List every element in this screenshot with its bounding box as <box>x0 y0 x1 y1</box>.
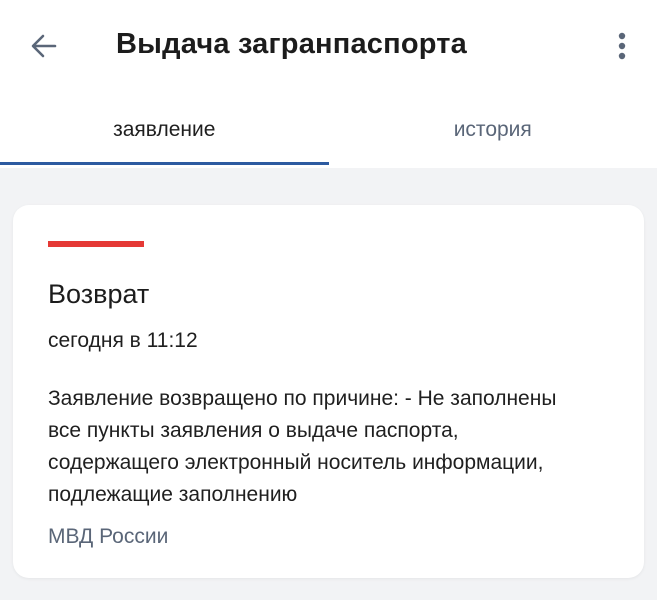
status-color-stripe <box>48 241 144 247</box>
tab-label: история <box>453 118 532 141</box>
status-title: Возврат <box>48 279 150 309</box>
status-message-line: все пункты заявления о выдаче паспорта, <box>48 419 459 442</box>
active-tab-indicator <box>0 162 329 165</box>
status-message-line: подлежащие заполнению <box>48 483 298 506</box>
status-message: Заявление возвращено по причине: - Не за… <box>48 383 618 511</box>
arrow-left-icon <box>31 34 57 58</box>
tab-application[interactable]: заявление <box>0 96 329 168</box>
more-menu-button[interactable] <box>604 26 640 66</box>
app-bar: Выдача загранпаспорта <box>0 0 657 96</box>
status-message-line: Заявление возвращено по причине: - Не за… <box>48 387 557 410</box>
tab-history[interactable]: история <box>329 96 657 168</box>
status-source: МВД России <box>48 525 169 548</box>
status-card[interactable]: Возврат сегодня в 11:12 Заявление возвра… <box>13 205 644 578</box>
tab-bar: заявление история <box>0 96 657 168</box>
page-title: Выдача загранпаспорта <box>116 28 468 60</box>
more-vertical-icon <box>618 32 626 60</box>
tab-label: заявление <box>113 118 216 141</box>
status-message-line: содержащего электронный носитель информа… <box>48 451 544 474</box>
back-button[interactable] <box>22 26 66 66</box>
status-timestamp: сегодня в 11:12 <box>48 329 198 352</box>
